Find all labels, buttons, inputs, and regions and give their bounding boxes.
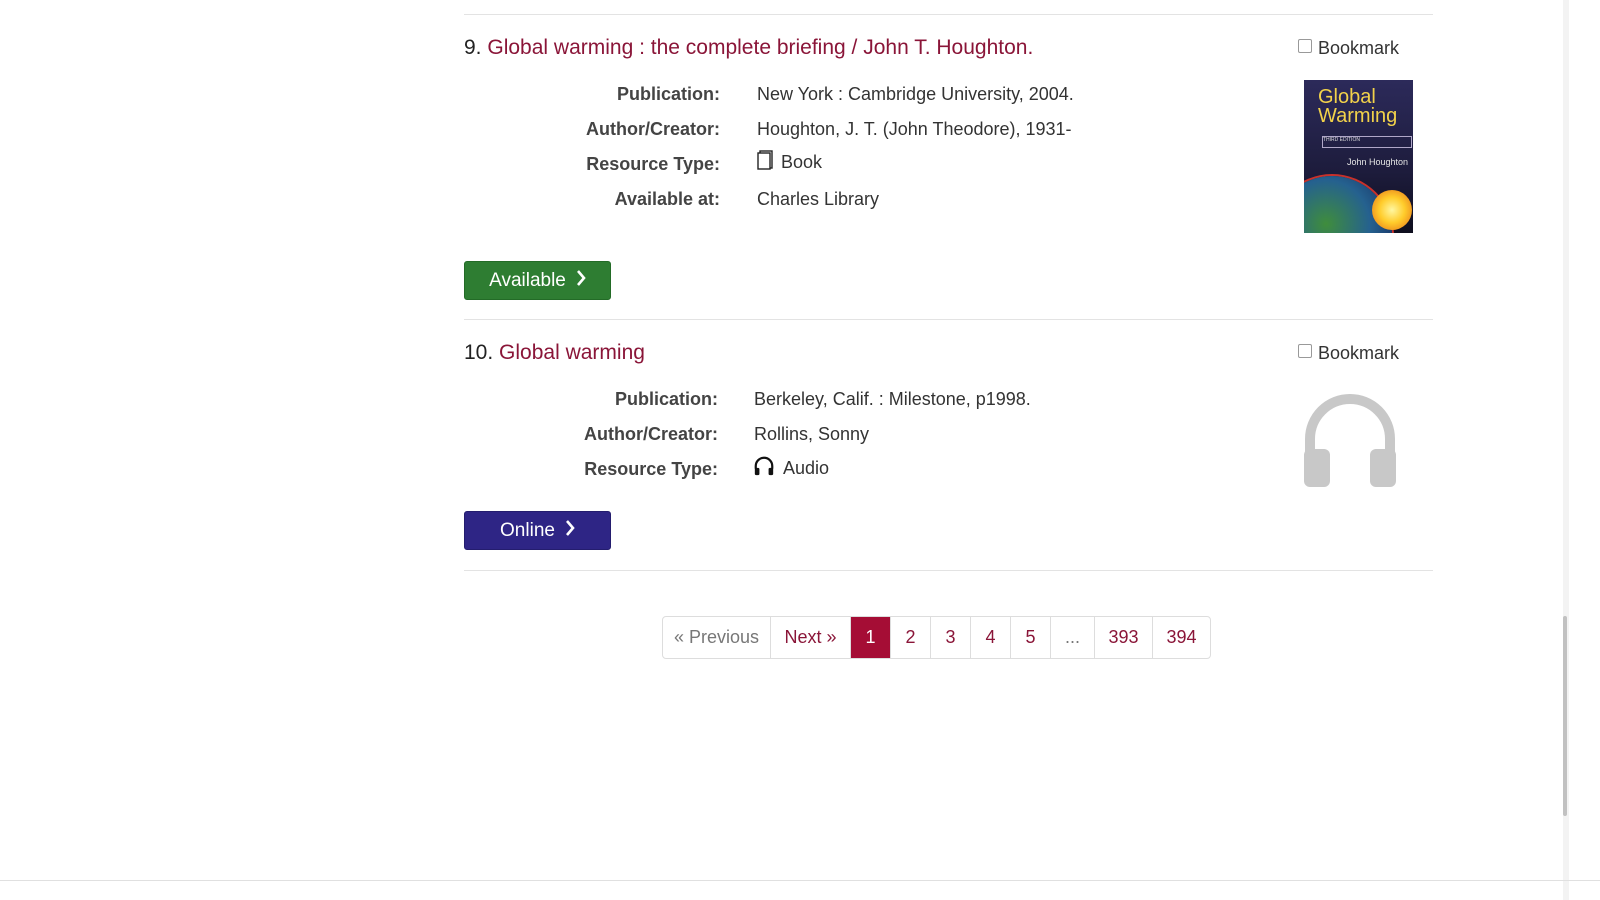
chevron-right-icon [576,269,586,292]
publication-label: Publication: [617,84,720,104]
cover-edition: THIRD EDITION [1322,136,1412,148]
result-title-link[interactable]: Global warming [499,341,645,364]
divider-middle [464,319,1433,320]
author-label: Author/Creator: [584,424,718,444]
available-label: Available at: [614,189,720,209]
sun-graphic [1372,190,1412,230]
author-value: Rollins, Sonny [754,424,870,444]
bookmark-toggle[interactable]: Bookmark [1297,343,1399,364]
page-link-2[interactable]: 2 [891,617,931,658]
page-link-1[interactable]: 1 [851,617,891,658]
result-item-9: 9. Global warming : the complete briefin… [464,36,1433,306]
available-button[interactable]: Available [464,261,611,300]
book-cover-image[interactable]: Global Warming THIRD EDITION John Hought… [1304,80,1413,233]
page-ellipsis: ... [1051,617,1095,658]
divider-bottom [464,570,1433,571]
divider-top [464,14,1433,15]
resource-type-value: Book [757,150,822,175]
page-link-4[interactable]: 4 [971,617,1011,658]
resource-type-label: Resource Type: [586,154,720,174]
resource-type-value: Audio [753,455,829,482]
headphones-icon [753,455,775,482]
available-button-label: Available [489,269,566,291]
online-button[interactable]: Online [464,511,611,550]
bookmark-checkbox[interactable] [1297,343,1312,358]
resource-type-text: Audio [783,458,830,478]
author-label: Author/Creator: [586,119,720,139]
cover-author: John Houghton [1347,157,1409,167]
scrollbar-thumb[interactable] [1563,616,1567,816]
publication-value: New York : Cambridge University, 2004. [757,84,1074,104]
result-number: 9. [464,36,482,59]
page-link-3[interactable]: 3 [931,617,971,658]
result-item-10: 10. Global warming Bookmark Publication:… [464,341,1433,561]
pagination: « Previous Next » 1 2 3 4 5 ... 393 394 [662,616,1211,659]
publication-value: Berkeley, Calif. : Milestone, p1998. [754,389,1031,409]
result-title-link[interactable]: Global warming : the complete briefing /… [487,36,1033,59]
bookmark-label: Bookmark [1317,38,1399,58]
result-title: 9. Global warming : the complete briefin… [464,36,1033,60]
footer-divider [0,880,1600,881]
resource-type-text: Book [781,152,823,172]
page-link-394[interactable]: 394 [1153,617,1210,658]
page-link-393[interactable]: 393 [1095,617,1153,658]
bookmark-checkbox[interactable] [1297,38,1312,53]
available-value: Charles Library [757,189,880,209]
previous-page-link[interactable]: « Previous [663,617,771,658]
online-button-label: Online [500,519,555,541]
headphones-icon[interactable] [1302,393,1398,494]
result-number: 10. [464,341,494,364]
next-page-link[interactable]: Next » [771,617,851,658]
bookmark-toggle[interactable]: Bookmark [1297,38,1399,59]
cover-title: Global Warming [1318,86,1398,127]
bookmark-label: Bookmark [1317,343,1399,363]
author-value: Houghton, J. T. (John Theodore), 1931- [757,119,1072,139]
publication-label: Publication: [615,389,718,409]
page-link-5[interactable]: 5 [1011,617,1051,658]
chevron-right-icon [565,519,575,542]
result-title: 10. Global warming [464,341,645,365]
book-icon [757,150,773,175]
resource-type-label: Resource Type: [584,459,718,479]
